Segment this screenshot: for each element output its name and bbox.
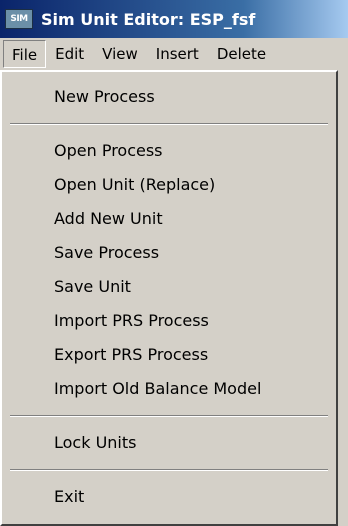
menu-separator [2,460,336,480]
menu-item-lock-units[interactable]: Lock Units [2,426,336,460]
title-bar[interactable]: SIM Sim Unit Editor: ESP_fsf [0,0,348,38]
menu-separator [2,114,336,134]
menu-item-add-new-unit[interactable]: Add New Unit [2,202,336,236]
menu-item-new-process[interactable]: New Process [2,80,336,114]
menu-edit[interactable]: Edit [46,40,93,68]
menu-item-exit[interactable]: Exit [2,480,336,514]
menu-item-save-unit[interactable]: Save Unit [2,270,336,304]
menu-insert[interactable]: Insert [147,40,208,68]
menu-separator [2,406,336,426]
file-menu-dropdown: New Process Open Process Open Unit (Repl… [0,70,338,526]
menu-delete[interactable]: Delete [208,40,275,68]
menu-item-export-prs-process[interactable]: Export PRS Process [2,338,336,372]
menu-item-import-old-balance-model[interactable]: Import Old Balance Model [2,372,336,406]
menu-item-import-prs-process[interactable]: Import PRS Process [2,304,336,338]
menu-file[interactable]: File [3,40,47,68]
menu-item-open-process[interactable]: Open Process [2,134,336,168]
menu-item-save-process[interactable]: Save Process [2,236,336,270]
window-title: Sim Unit Editor: ESP_fsf [41,9,256,29]
menu-bar: File Edit View Insert Delete [0,38,348,70]
menu-item-open-unit-replace[interactable]: Open Unit (Replace) [2,168,336,202]
menu-view[interactable]: View [93,40,147,68]
app-icon[interactable]: SIM [5,9,33,29]
